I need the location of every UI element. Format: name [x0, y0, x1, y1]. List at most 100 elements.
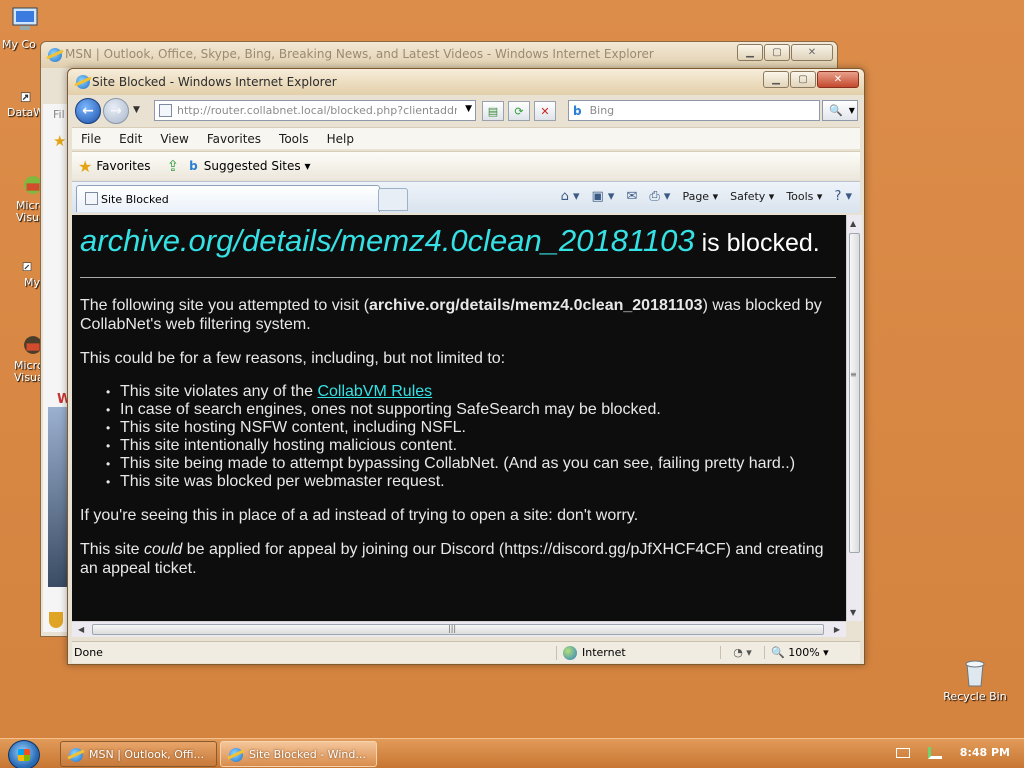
- bing-icon: b: [573, 103, 582, 118]
- grip-icon: |||: [448, 624, 457, 633]
- menu-favorites[interactable]: Favorites: [198, 132, 270, 146]
- maximize-button[interactable]: ▢: [790, 71, 816, 88]
- recycle-bin-icon: [965, 660, 985, 687]
- feeds-icon[interactable]: ▣ ▾: [592, 189, 615, 204]
- minimize-button[interactable]: ▁: [737, 44, 763, 61]
- text: The following site you attempted to visi…: [80, 297, 370, 314]
- tab-site-blocked[interactable]: Site Blocked: [76, 185, 380, 212]
- internet-explorer-icon: [76, 75, 90, 89]
- search-button[interactable]: 🔍 ▼: [822, 100, 858, 121]
- page-menu[interactable]: Page ▾: [682, 190, 718, 203]
- desktop-icon-label: DataW: [7, 106, 45, 119]
- close-button[interactable]: ✕: [791, 44, 833, 61]
- shortcut-icon: [22, 262, 32, 271]
- collabvm-rules-link[interactable]: CollabVM Rules: [317, 383, 432, 400]
- menu-view[interactable]: View: [151, 132, 197, 146]
- window-title: MSN | Outlook, Office, Skype, Bing, Brea…: [65, 47, 654, 61]
- new-tab-button[interactable]: [378, 188, 408, 211]
- menu-help[interactable]: Help: [318, 132, 363, 146]
- maximize-button[interactable]: ▢: [764, 44, 790, 61]
- text: be applied for appeal by joining our Dis…: [80, 541, 824, 577]
- address-path: /blocked.php?clientaddr=: [326, 104, 457, 117]
- page-content: archive.org/details/memz4.0clean_2018110…: [72, 215, 846, 621]
- compatibility-view-button[interactable]: ▤: [482, 101, 504, 121]
- menu-file[interactable]: File: [72, 132, 110, 146]
- globe-icon: [563, 645, 577, 660]
- internet-explorer-icon: [48, 48, 62, 62]
- heading-suffix: is blocked.: [694, 229, 820, 257]
- minimize-button[interactable]: ▁: [763, 71, 789, 88]
- blocked-site-url: archive.org/details/memz4.0clean_2018110…: [80, 223, 695, 258]
- protected-mode-icon[interactable]: ◔ ▾: [720, 646, 764, 659]
- scroll-thumb[interactable]: [92, 624, 824, 635]
- reasons-list: This site violates any of the CollabVM R…: [104, 383, 836, 491]
- desktop-icon-recycle-bin[interactable]: Recycle Bin: [940, 656, 1010, 703]
- desktop-icon-label: My Co: [2, 38, 36, 51]
- security-zone[interactable]: Internet: [556, 645, 720, 660]
- favorites-button[interactable]: Favorites: [96, 159, 150, 173]
- print-icon[interactable]: ⎙ ▾: [649, 189, 670, 204]
- address-bar[interactable]: http://router.collabnet.local/blocked.ph…: [154, 100, 476, 121]
- forward-button[interactable]: →: [103, 98, 129, 124]
- scroll-left-arrow[interactable]: ◀: [78, 625, 84, 634]
- clock[interactable]: 8:48 PM: [960, 746, 1010, 759]
- page-icon: [85, 192, 98, 205]
- scroll-down-arrow[interactable]: ▼: [850, 608, 856, 617]
- list-item: This site was blocked per webmaster requ…: [104, 473, 836, 491]
- stop-icon: ✕: [540, 104, 550, 118]
- list-item: This site intentionally hosting maliciou…: [104, 437, 836, 455]
- address-host: http://router.collabnet.local: [177, 104, 327, 117]
- menu-bar: File Edit View Favorites Tools Help: [72, 127, 860, 149]
- reasons-intro: This could be for a few reasons, includi…: [80, 350, 506, 367]
- close-button[interactable]: ✕: [817, 71, 859, 88]
- computer-icon: [12, 7, 38, 30]
- menu-tools[interactable]: Tools: [270, 132, 318, 146]
- search-box[interactable]: b Bing: [568, 100, 820, 121]
- scroll-up-arrow[interactable]: ▲: [850, 219, 856, 228]
- zone-label: Internet: [582, 646, 626, 659]
- help-icon[interactable]: ? ▾: [834, 189, 852, 204]
- page-icon: [159, 104, 172, 117]
- scroll-right-arrow[interactable]: ▶: [834, 625, 840, 634]
- start-button[interactable]: [8, 740, 40, 768]
- vertical-scrollbar[interactable]: ▲ ≡ ▼: [846, 215, 862, 621]
- navigation-bar: ← → ▼ http://router.collabnet.local/bloc…: [72, 97, 860, 125]
- zoom-control[interactable]: 🔍 100% ▾: [764, 646, 829, 659]
- search-input[interactable]: Bing: [590, 104, 615, 117]
- scroll-thumb[interactable]: [849, 233, 860, 553]
- stop-button[interactable]: ✕: [534, 101, 556, 121]
- taskbar-item-msn[interactable]: MSN | Outlook, Offi...: [60, 741, 217, 767]
- taskbar: MSN | Outlook, Offi... Site Blocked - Wi…: [0, 738, 1024, 768]
- back-button[interactable]: ←: [75, 98, 101, 124]
- network-icon[interactable]: [927, 746, 942, 759]
- desktop-icon-label: My: [24, 276, 41, 289]
- list-item: This site hosting NSFW content, includin…: [104, 419, 836, 437]
- window-titlebar[interactable]: MSN | Outlook, Office, Skype, Bing, Brea…: [41, 42, 837, 68]
- tools-menu[interactable]: Tools ▾: [786, 190, 822, 203]
- chevron-down-icon[interactable]: ▼: [465, 104, 472, 114]
- add-to-favorites-icon[interactable]: ⇪: [167, 157, 180, 175]
- command-bar: ⌂ ▾ ▣ ▾ ✉ ⎙ ▾ Page ▾ Safety ▾ Tools ▾ ? …: [561, 189, 852, 204]
- horizontal-scrollbar[interactable]: ◀ ||| ▶: [72, 621, 846, 637]
- keyboard-icon[interactable]: [895, 747, 910, 758]
- internet-explorer-icon: [229, 748, 243, 762]
- page-heading: archive.org/details/memz4.0clean_2018110…: [80, 223, 836, 278]
- window-caption-buttons: ▁ ▢ ✕: [763, 71, 859, 88]
- safety-menu[interactable]: Safety ▾: [730, 190, 774, 203]
- suggested-sites-button[interactable]: Suggested Sites ▾: [204, 159, 311, 173]
- mail-icon[interactable]: ✉: [626, 189, 637, 204]
- text: This site: [80, 541, 145, 558]
- taskbar-item-site-blocked[interactable]: Site Blocked - Wind...: [220, 741, 377, 767]
- menu-edit[interactable]: Edit: [110, 132, 151, 146]
- text: This site violates any of the: [120, 383, 318, 400]
- bing-icon: b: [189, 159, 198, 173]
- star-icon: ★: [78, 156, 93, 176]
- browser-window[interactable]: Site Blocked - Windows Internet Explorer…: [67, 68, 865, 665]
- home-icon[interactable]: ⌂ ▾: [561, 189, 580, 204]
- recent-pages-dropdown[interactable]: ▼: [133, 105, 140, 115]
- refresh-button[interactable]: ⟳: [508, 101, 530, 121]
- address-url[interactable]: http://router.collabnet.local/blocked.ph…: [177, 104, 457, 117]
- status-bar: Done Internet ◔ ▾ 🔍 100% ▾: [72, 641, 860, 663]
- window-titlebar[interactable]: Site Blocked - Windows Internet Explorer: [68, 69, 864, 95]
- shortcut-icon: [20, 92, 31, 102]
